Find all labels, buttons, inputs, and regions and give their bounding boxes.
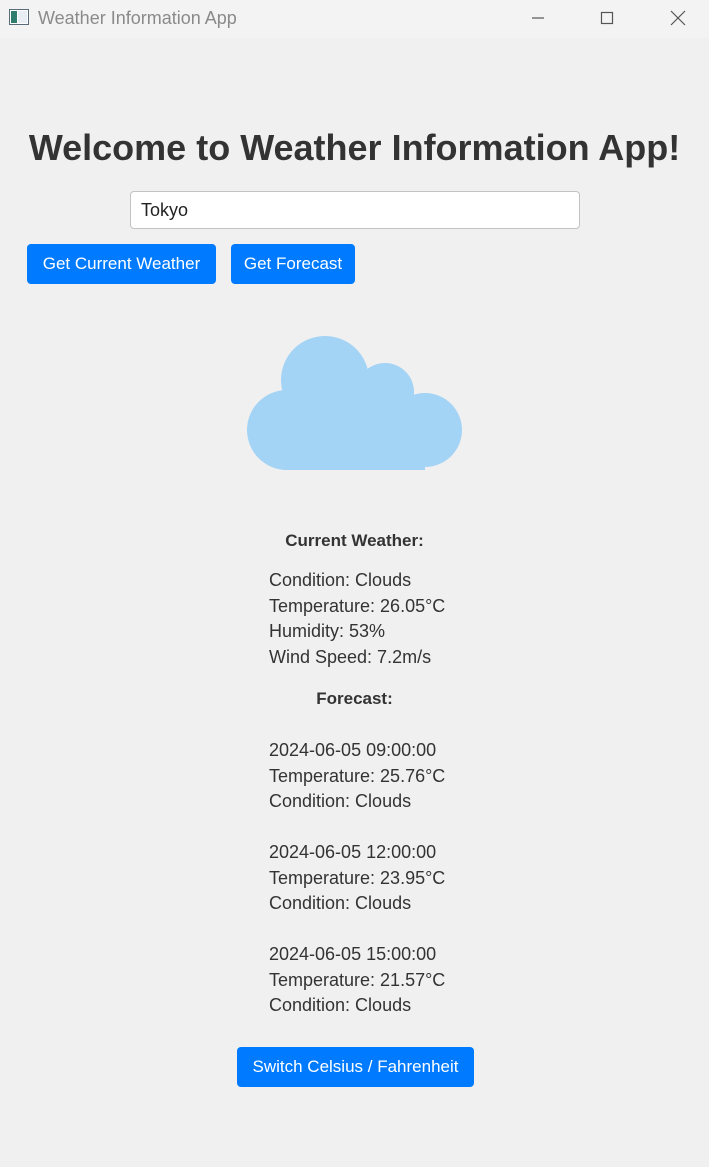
forecast-temperature: Temperature: 25.76°C: [269, 765, 446, 786]
minimize-icon: [532, 17, 544, 19]
forecast-condition: Condition: Clouds: [269, 995, 412, 1015]
current-temperature: Temperature: 26.05°C: [269, 595, 446, 616]
minimize-button[interactable]: [503, 0, 573, 36]
current-condition: Condition: Clouds: [269, 570, 412, 590]
current-wind-speed: Wind Speed: 7.2m/s: [269, 646, 432, 667]
close-button[interactable]: [643, 0, 709, 36]
forecast-datetime: 2024-06-05 09:00:00: [269, 740, 437, 760]
forecast-temperature: Temperature: 23.95°C: [269, 867, 446, 888]
forecast-item: 2024-06-05 12:00:00 Temperature: 23.95°C…: [269, 840, 445, 917]
forecast-datetime: 2024-06-05 12:00:00: [269, 842, 437, 862]
forecast-condition: Condition: Clouds: [269, 893, 412, 913]
current-humidity: Humidity: 53%: [269, 621, 386, 641]
forecast-datetime: 2024-06-05 15:00:00: [269, 944, 437, 964]
forecast-list: 2024-06-05 09:00:00 Temperature: 25.76°C…: [269, 738, 445, 1019]
app-window: Weather Information App Welcome to Weath…: [0, 0, 709, 1167]
forecast-item: 2024-06-05 15:00:00 Temperature: 21.57°C…: [269, 942, 445, 1019]
forecast-temperature: Temperature: 21.57°C: [269, 969, 446, 990]
cloud-icon: [247, 336, 462, 470]
window-title: Weather Information App: [38, 8, 237, 28]
city-input[interactable]: [130, 191, 580, 229]
app-window-icon: [9, 9, 29, 25]
maximize-button[interactable]: [572, 0, 642, 36]
close-icon: [670, 10, 686, 26]
page-title: Welcome to Weather Information App!: [28, 127, 681, 168]
forecast-item: 2024-06-05 09:00:00 Temperature: 25.76°C…: [269, 738, 445, 815]
title-bar[interactable]: Weather Information App: [0, 0, 709, 38]
get-forecast-button[interactable]: Get Forecast: [231, 244, 355, 284]
current-weather-heading: Current Weather:: [285, 531, 424, 550]
get-current-weather-button[interactable]: Get Current Weather: [27, 244, 216, 284]
switch-units-button[interactable]: Switch Celsius / Fahrenheit: [237, 1047, 474, 1087]
current-weather-details: Condition: Clouds Temperature: 26.05°C H…: [269, 568, 445, 670]
forecast-condition: Condition: Clouds: [269, 791, 412, 811]
maximize-icon: [600, 11, 614, 25]
forecast-heading: Forecast:: [316, 689, 393, 708]
